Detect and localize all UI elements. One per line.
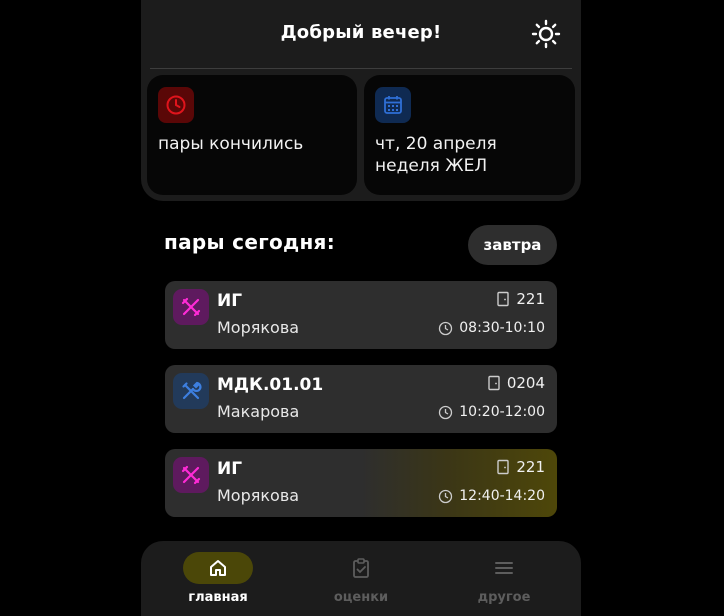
door-icon (497, 291, 510, 307)
sun-icon (531, 19, 561, 49)
nav-item-other[interactable]: другое (449, 541, 559, 616)
lesson-time: 12:40-14:20 (438, 488, 545, 504)
week-line: неделя ЖЕЛ (375, 156, 488, 176)
room-number: 221 (516, 458, 545, 476)
time-range: 12:40-14:20 (459, 488, 545, 504)
date-line: чт, 20 апреля (375, 134, 497, 154)
clock-icon (439, 489, 453, 503)
section-title: пары сегодня: (164, 230, 335, 254)
nav-item-home[interactable]: главная (163, 541, 273, 616)
nav-label: оценки (333, 590, 389, 605)
clock-icon (439, 405, 453, 419)
room-number: 0204 (506, 374, 545, 392)
lesson-room: 221 (496, 290, 545, 308)
greeting-title: Добрый вечер! (280, 22, 442, 43)
ruler-pencil-icon (173, 457, 209, 493)
home-icon (210, 560, 226, 576)
status-text: пары кончились (158, 134, 304, 154)
nav-icon-holder (469, 552, 539, 584)
header-divider (150, 68, 572, 69)
bottom-nav: главная оценки другое (141, 541, 581, 616)
lesson-teacher: Макарова (217, 402, 300, 421)
calendar-icon (375, 87, 411, 123)
date-card: чт, 20 апреля неделя ЖЕЛ (364, 75, 575, 195)
ruler-pencil-icon (173, 289, 209, 325)
lesson-teacher: Морякова (217, 486, 300, 505)
room-number: 221 (516, 290, 545, 308)
lesson-room: 0204 (487, 374, 545, 392)
lesson-subject: МДК.01.01 (217, 375, 324, 395)
time-range: 10:20-12:00 (459, 404, 545, 420)
nav-label: другое (477, 590, 531, 605)
lesson-subject: ИГ (217, 291, 243, 311)
tomorrow-button[interactable]: завтра (468, 225, 557, 265)
nav-label: главная (188, 590, 248, 605)
time-range: 08:30-10:10 (459, 320, 545, 336)
lesson-subject: ИГ (217, 459, 243, 479)
menu-icon (495, 562, 513, 574)
clock-icon (439, 321, 453, 335)
clock-icon (158, 87, 194, 123)
theme-toggle-button[interactable] (530, 18, 562, 50)
door-icon (488, 375, 500, 391)
lesson-room: 221 (496, 458, 545, 476)
door-icon (497, 459, 510, 475)
tools-icon (173, 373, 209, 409)
lesson-card[interactable]: МДК.01.01 Макарова 0204 10:20-12:00 (165, 365, 557, 433)
status-card: пары кончились (147, 75, 357, 195)
date-text: чт, 20 апреля неделя ЖЕЛ (375, 133, 497, 177)
clipboard-check-icon (353, 558, 369, 578)
lesson-teacher: Морякова (217, 318, 300, 337)
lesson-time: 10:20-12:00 (438, 404, 545, 420)
nav-item-grades[interactable]: оценки (306, 541, 416, 616)
lesson-card-current[interactable]: ИГ Морякова 221 12:40-14:20 (165, 449, 557, 517)
nav-icon-holder (326, 552, 396, 584)
lesson-time: 08:30-10:10 (438, 320, 545, 336)
nav-active-indicator (183, 552, 253, 584)
lesson-card[interactable]: ИГ Морякова 221 08:30-10:10 (165, 281, 557, 349)
